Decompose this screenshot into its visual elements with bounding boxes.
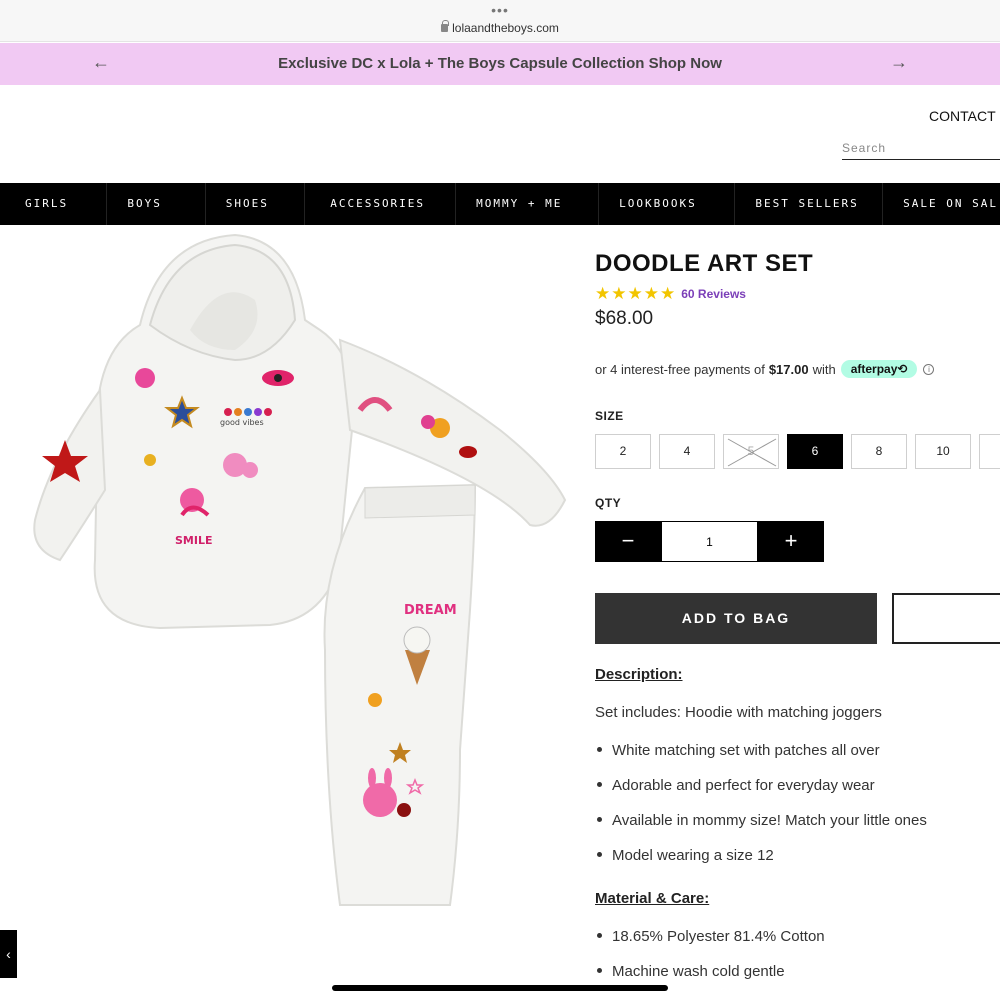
size-option-6[interactable]: 6 — [787, 434, 843, 469]
nav-item-mommy-me[interactable]: MOMMY + ME — [456, 183, 600, 225]
main-nav: GIRLS BOYS SHOES ACCESSORIES MOMMY + ME … — [0, 183, 1000, 225]
product-price: $68.00 — [595, 308, 654, 329]
star-icon: ★ — [643, 284, 659, 303]
info-icon[interactable]: i — [923, 363, 935, 375]
promo-banner: ← Exclusive DC x Lola + The Boys Capsule… — [0, 43, 1000, 85]
qty-label: QTY — [595, 496, 622, 510]
side-tab-chevron-icon[interactable]: ‹ — [0, 930, 17, 978]
afterpay-logo[interactable]: afterpay⟲ — [840, 360, 918, 378]
reviews-link[interactable]: 60 Reviews — [681, 287, 746, 301]
bee-patch — [144, 454, 156, 466]
browser-url-bar: ••• lolaandtheboys.com — [0, 0, 1000, 42]
description-intro: Set includes: Hoodie with matching jogge… — [595, 704, 882, 721]
home-indicator — [332, 985, 668, 991]
nav-item-accessories[interactable]: ACCESSORIES — [305, 183, 457, 225]
size-option-10[interactable]: 10 — [915, 434, 971, 469]
size-option-4[interactable]: 4 — [659, 434, 715, 469]
afterpay-message: or 4 interest-free payments of $17.00 wi… — [595, 360, 935, 378]
description-bullet: Available in mommy size! Match your litt… — [597, 812, 927, 829]
star-icon: ★ — [660, 284, 676, 303]
browser-menu-dots[interactable]: ••• — [0, 3, 1000, 17]
lips-patch — [459, 446, 477, 458]
quantity-stepper: − + — [595, 521, 824, 562]
material-heading: Material & Care: — [595, 890, 710, 907]
size-option-5[interactable]: 5 — [723, 434, 779, 469]
plus-button[interactable]: + — [758, 521, 824, 562]
rose-patch — [397, 803, 411, 817]
lock-icon — [441, 20, 450, 32]
description-heading: Description: — [595, 666, 683, 683]
product-title: DOODLE ART SET — [595, 250, 814, 277]
minus-button[interactable]: − — [595, 521, 661, 562]
promo-text[interactable]: Exclusive DC x Lola + The Boys Capsule C… — [0, 55, 1000, 72]
size-option-more[interactable] — [979, 434, 1000, 469]
size-selector: 2 4 5 6 8 10 — [595, 434, 1000, 469]
smile-text: SMILE — [175, 534, 213, 547]
rating[interactable]: ★ ★ ★ ★ ★ 60 Reviews — [595, 285, 746, 302]
description-bullet: White matching set with patches all over — [597, 742, 880, 759]
size-label: SIZE — [595, 409, 624, 423]
butterfly-patch — [368, 693, 382, 707]
browser-url[interactable]: lolaandtheboys.com — [0, 20, 1000, 35]
afterpay-amount: $17.00 — [768, 361, 809, 377]
nav-item-best-sellers[interactable]: BEST SELLERS — [735, 183, 884, 225]
nav-item-boys[interactable]: BOYS — [107, 183, 206, 225]
nav-item-sale[interactable]: SALE ON SAL — [883, 183, 1000, 225]
good-vibes-text: good vibes — [220, 418, 264, 427]
star-icon: ★ — [611, 284, 627, 303]
description-bullet: Model wearing a size 12 — [597, 847, 774, 864]
add-to-bag-button[interactable]: ADD TO BAG — [595, 593, 877, 644]
nav-item-lookbooks[interactable]: LOOKBOOKS — [599, 183, 736, 225]
secondary-button[interactable] — [892, 593, 1000, 644]
material-bullet: 18.65% Polyester 81.4% Cotton — [597, 928, 825, 945]
material-bullet: Machine wash cold gentle — [597, 963, 785, 980]
search-input[interactable] — [842, 136, 1000, 160]
star-icon: ★ — [595, 284, 611, 303]
bear-patch — [135, 368, 155, 388]
size-option-8[interactable]: 8 — [851, 434, 907, 469]
quantity-input[interactable] — [661, 521, 758, 562]
star-icon: ★ — [627, 284, 643, 303]
arrow-right-icon[interactable]: → — [890, 52, 908, 73]
size-option-2[interactable]: 2 — [595, 434, 651, 469]
dream-text: DREAM — [404, 603, 457, 618]
bunny-patch — [363, 783, 397, 817]
afterpay-suffix: with — [812, 361, 836, 377]
description-bullet: Adorable and perfect for everyday wear — [597, 777, 875, 794]
sold-out-strike-icon — [727, 438, 777, 467]
nav-item-girls[interactable]: GIRLS — [0, 183, 108, 225]
product-image[interactable]: SMILE good vibes DREAM — [20, 230, 580, 910]
url-text: lolaandtheboys.com — [452, 21, 559, 35]
nav-item-shoes[interactable]: SHOES — [206, 183, 306, 225]
afterpay-prefix: or 4 interest-free payments of — [595, 361, 765, 377]
contact-link[interactable]: CONTACT U — [929, 108, 1000, 124]
